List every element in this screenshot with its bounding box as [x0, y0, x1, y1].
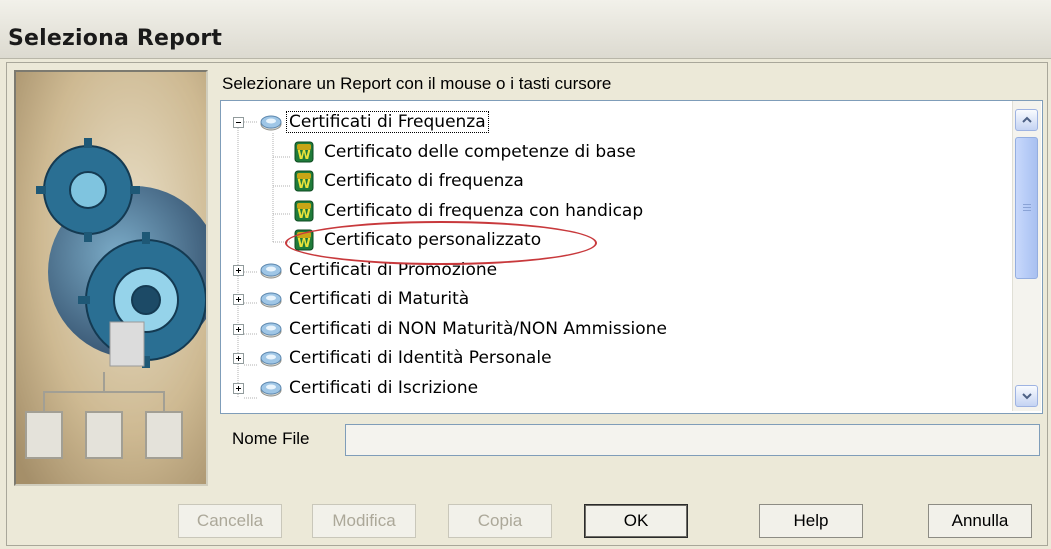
- report-group-icon: [260, 115, 282, 131]
- tree-group-label: Certificati di Identità Personale: [289, 348, 552, 368]
- group-icon-wrap: [259, 378, 283, 398]
- report-icon-wrap: W: [293, 228, 315, 252]
- report-icon-wrap: W: [293, 169, 315, 193]
- tree-group-label: Certificati di NON Maturità/NON Ammissio…: [289, 318, 667, 339]
- grip-line: [1023, 210, 1031, 211]
- annulla-button[interactable]: Annulla: [928, 504, 1032, 538]
- report-group-icon: [260, 381, 282, 396]
- tree-group-item[interactable]: Certificati di Frequenza: [259, 107, 489, 137]
- gears-illustration: [14, 70, 208, 486]
- svg-text:W: W: [297, 207, 310, 221]
- help-button[interactable]: Help: [759, 504, 863, 538]
- report-tree[interactable]: Certificati di Frequenza W Certificato del…: [220, 100, 1043, 414]
- svg-text:W: W: [297, 236, 310, 250]
- tree-report-item[interactable]: W Certificato delle competenze di base: [293, 137, 636, 167]
- tree-report-item[interactable]: W Certificato di frequenza con handicap: [293, 196, 643, 226]
- tree-group-label: Certificati di Promozione: [289, 259, 498, 280]
- group-icon-wrap: [259, 319, 283, 339]
- group-icon-wrap: [259, 348, 283, 368]
- collapse-toggle[interactable]: [233, 117, 244, 128]
- report-group-icon: [260, 263, 282, 278]
- expand-toggle[interactable]: [233, 382, 244, 394]
- expand-toggle[interactable]: [233, 294, 244, 305]
- tree-group-item[interactable]: Certificati di Promozione: [259, 255, 497, 285]
- report-group-icon: [260, 351, 282, 367]
- group-icon-wrap: [259, 289, 283, 309]
- tree-group-item[interactable]: Certificati di Identità Personale: [259, 343, 552, 373]
- gears-image: [16, 72, 206, 484]
- modifica-button[interactable]: Modifica: [312, 504, 416, 538]
- tree-group-item[interactable]: Certificati di NON Maturità/NON Ammissio…: [259, 314, 667, 344]
- tree-report-label: Certificato di frequenza con handicap: [324, 200, 644, 221]
- report-icon-wrap: W: [293, 199, 315, 223]
- tree-group-label: Certificati di Iscrizione: [289, 377, 479, 398]
- word-report-icon: W: [294, 229, 314, 251]
- svg-text:W: W: [297, 148, 310, 162]
- ok-button[interactable]: OK: [584, 504, 688, 538]
- title-bar: Seleziona Report: [0, 0, 1051, 59]
- scroll-down-button[interactable]: [1015, 385, 1038, 407]
- chevron-up-icon: [1021, 116, 1032, 123]
- expand-toggle[interactable]: [233, 264, 244, 276]
- tree-report-label: Certificato di frequenza: [324, 171, 524, 191]
- instruction-text: Selezionare un Report con il mouse o i t…: [222, 74, 612, 93]
- chevron-down-icon: [1021, 393, 1032, 400]
- report-group-icon: [260, 292, 282, 308]
- word-report-icon: W: [294, 141, 314, 162]
- tree-group-label: Certificati di Maturità: [289, 289, 470, 309]
- report-group-icon: [260, 322, 282, 337]
- scroll-thumb[interactable]: [1015, 137, 1038, 279]
- expand-toggle[interactable]: [233, 353, 244, 364]
- tree-group-item[interactable]: Certificati di Iscrizione: [259, 373, 478, 403]
- tree-group-label: Certificati di Frequenza: [286, 111, 489, 133]
- expand-toggle[interactable]: [233, 323, 244, 335]
- copia-button[interactable]: Copia: [448, 504, 552, 538]
- scroll-up-button[interactable]: [1015, 109, 1038, 131]
- tree-report-label: Certificato personalizzato: [324, 230, 542, 250]
- cancella-button[interactable]: Cancella: [178, 504, 282, 538]
- report-icon-wrap: W: [293, 140, 315, 164]
- group-icon-wrap: [259, 112, 283, 132]
- tree-report-item[interactable]: W Certificato di frequenza: [293, 166, 524, 196]
- group-icon-wrap: [259, 260, 283, 280]
- word-report-icon: W: [294, 200, 314, 221]
- tree-group-item[interactable]: Certificati di Maturità: [259, 284, 469, 314]
- grip-line: [1023, 204, 1031, 205]
- tree-report-item[interactable]: W Certificato personalizzato: [293, 225, 541, 255]
- grip-line: [1023, 207, 1031, 208]
- word-report-icon: W: [294, 170, 314, 192]
- filename-field[interactable]: [345, 424, 1040, 456]
- filename-label: Nome File: [232, 429, 310, 448]
- tree-scrollbar[interactable]: [1012, 101, 1041, 411]
- window-title: Seleziona Report: [8, 26, 223, 51]
- svg-text:W: W: [297, 177, 310, 191]
- tree-report-label: Certificato delle competenze di base: [324, 141, 636, 162]
